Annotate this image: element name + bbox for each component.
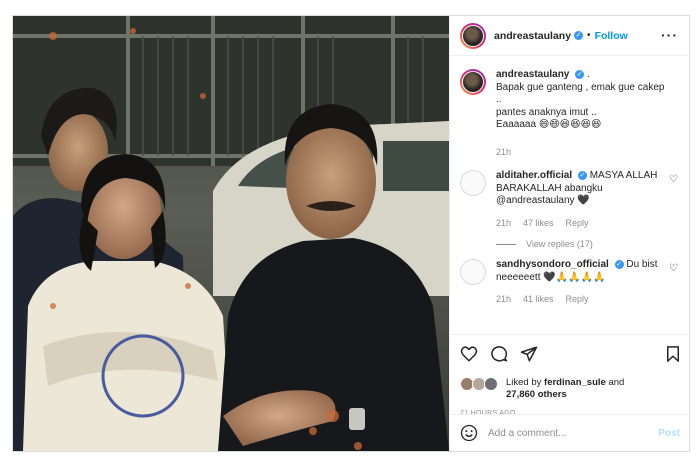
caption-suffix: . (586, 69, 590, 80)
caption-line: pantes anaknya imut .. (496, 106, 597, 118)
likes-summary: Liked by ferdinan_sule and 27,860 others (460, 377, 624, 401)
heart-icon[interactable]: ♡ (669, 263, 678, 274)
post-details-panel: andreastaulany ✓ • Follow ··· andreastau… (449, 16, 690, 451)
comment-item: alditaher.official ✓ MASYA ALLAH BARAKAL… (460, 170, 678, 229)
replies-line (496, 243, 516, 245)
caption-time[interactable]: 21h (496, 146, 511, 159)
caption: andreastaulany ✓ . Bapak gue ganteng , e… (460, 69, 678, 158)
follow-button[interactable]: Follow (595, 30, 628, 42)
author-username[interactable]: andreastaulany (494, 30, 571, 42)
post-photo[interactable] (13, 16, 449, 451)
family-photo-image (13, 16, 449, 451)
add-comment-bar: Post (450, 414, 690, 451)
caption-line: Eaaaaaa 😄😄😆😆😆😆 (496, 119, 602, 130)
avatar[interactable] (460, 259, 486, 285)
comment-item: sandhysondoro_official ✓ Du bist neeeeee… (460, 259, 678, 306)
verified-icon: ✓ (575, 69, 585, 79)
liker-avatars[interactable] (460, 377, 500, 391)
reply-button[interactable]: Reply (566, 293, 589, 306)
likes-suffix: and (608, 377, 625, 388)
likes-others[interactable]: 27,860 others (506, 389, 567, 400)
caption-username[interactable]: andreastaulany (496, 69, 569, 80)
caption-line: Bapak gue ganteng , emak gue cakep .. (496, 81, 665, 106)
comment-input[interactable] (488, 427, 648, 439)
comment-likes[interactable]: 41 likes (523, 293, 554, 306)
verified-icon: ✓ (574, 31, 584, 40)
verified-icon: ✓ (577, 170, 587, 180)
verified-icon: ✓ (614, 259, 624, 269)
likes-prefix: Liked by (506, 377, 542, 388)
comment-time[interactable]: 21h (496, 293, 511, 306)
comment-icon[interactable] (490, 345, 508, 363)
comment-username[interactable]: sandhysondoro_official (496, 259, 609, 270)
avatar[interactable] (460, 170, 486, 196)
post-button[interactable]: Post (658, 428, 680, 439)
comment-likes[interactable]: 47 likes (523, 217, 554, 230)
instagram-post-window: andreastaulany ✓ • Follow ··· andreastau… (12, 15, 690, 452)
post-header: andreastaulany ✓ • Follow ··· (450, 16, 690, 56)
view-replies-label: View replies (17) (526, 239, 593, 249)
more-icon[interactable]: ··· (661, 27, 678, 43)
emoji-icon[interactable] (460, 424, 478, 442)
action-icons-row (460, 345, 682, 365)
avatar[interactable] (460, 69, 486, 95)
share-icon[interactable] (520, 345, 538, 363)
liked-by-user[interactable]: ferdinan_sule (544, 377, 606, 388)
save-icon[interactable] (664, 345, 682, 363)
comment-username[interactable]: alditaher.official (496, 170, 572, 181)
dot-separator: • (587, 30, 591, 41)
heart-icon[interactable] (460, 345, 478, 363)
comment-time[interactable]: 21h (496, 217, 511, 230)
comments-list[interactable]: andreastaulany ✓ . Bapak gue ganteng , e… (450, 57, 690, 319)
avatar[interactable] (460, 22, 486, 49)
view-replies-button[interactable]: View replies (17) (496, 239, 678, 249)
reply-button[interactable]: Reply (566, 217, 589, 230)
heart-icon[interactable]: ♡ (669, 174, 678, 185)
